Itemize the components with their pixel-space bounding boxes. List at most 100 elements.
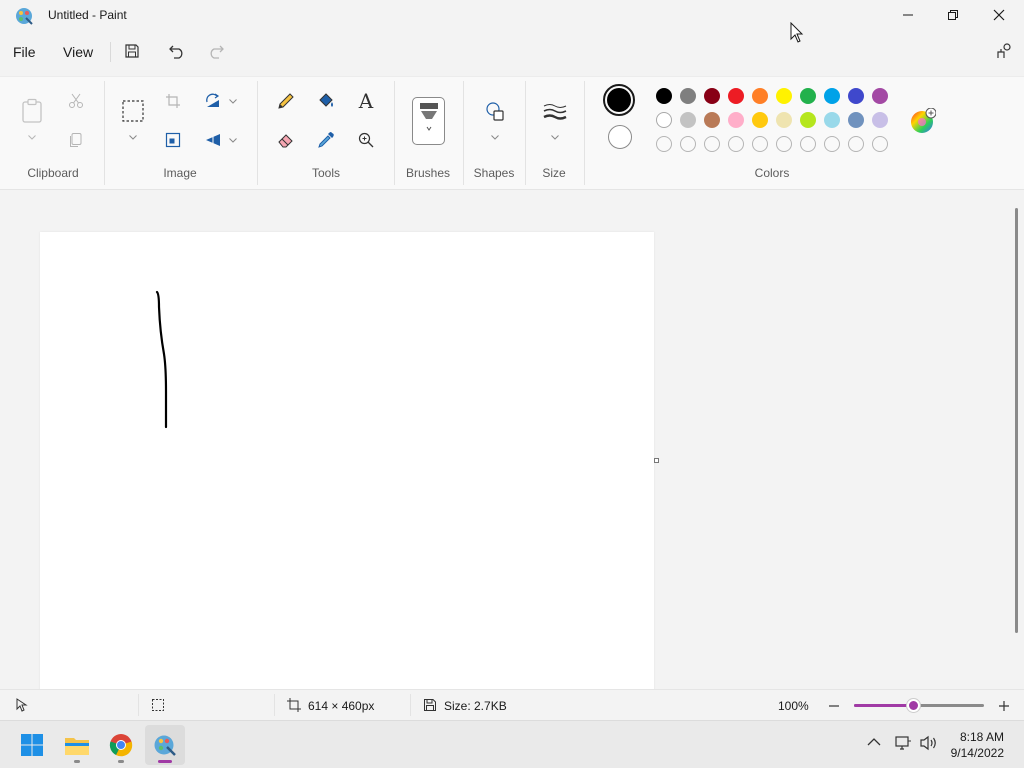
- drawing-canvas[interactable]: [40, 232, 654, 689]
- custom-color-slot[interactable]: [872, 136, 888, 152]
- brushes-button[interactable]: [412, 97, 445, 145]
- restore-button[interactable]: [930, 0, 976, 30]
- chrome-button[interactable]: [101, 725, 141, 765]
- palette-color-swatch[interactable]: [848, 88, 864, 104]
- zoom-out-button[interactable]: [826, 698, 842, 714]
- file-size-icon: [423, 698, 437, 712]
- chevron-down-icon: [229, 98, 237, 104]
- rotate-dropdown[interactable]: [228, 96, 238, 106]
- flip-dropdown[interactable]: [228, 135, 238, 145]
- palette-color-swatch[interactable]: [680, 112, 696, 128]
- palette-color-swatch[interactable]: [752, 112, 768, 128]
- ribbon-divider: [104, 81, 105, 185]
- palette-color-swatch[interactable]: [776, 112, 792, 128]
- rotate-button[interactable]: [198, 86, 228, 116]
- custom-color-slot[interactable]: [656, 136, 672, 152]
- fill-icon: [319, 93, 333, 107]
- volume-button[interactable]: [919, 735, 939, 751]
- line-size-icon: [543, 104, 567, 120]
- drawn-stroke: [155, 290, 168, 429]
- pencil-button[interactable]: [271, 86, 301, 116]
- taskbar-clock[interactable]: 8:18 AM 9/14/2022: [951, 729, 1004, 761]
- cut-button[interactable]: [61, 86, 91, 116]
- color-picker-button[interactable]: [311, 125, 341, 155]
- text-button[interactable]: A: [351, 86, 381, 116]
- redo-button[interactable]: [203, 40, 229, 62]
- size-dropdown[interactable]: [550, 132, 560, 142]
- fill-button[interactable]: [311, 86, 341, 116]
- eraser-button[interactable]: [271, 125, 301, 155]
- paste-dropdown[interactable]: [27, 132, 37, 142]
- scrollbar-thumb[interactable]: [1015, 208, 1018, 633]
- custom-color-slot[interactable]: [680, 136, 696, 152]
- zoom-in-button[interactable]: [996, 698, 1012, 714]
- save-icon: [125, 44, 139, 58]
- palette-color-swatch[interactable]: [728, 88, 744, 104]
- paste-button[interactable]: [17, 96, 47, 126]
- select-dropdown[interactable]: [128, 132, 138, 142]
- resize-button[interactable]: [158, 125, 188, 155]
- menu-divider: [110, 42, 111, 62]
- copy-icon: [70, 133, 82, 147]
- view-menu[interactable]: View: [63, 44, 93, 60]
- palette-color-swatch[interactable]: [656, 112, 672, 128]
- custom-color-slot[interactable]: [800, 136, 816, 152]
- file-menu[interactable]: File: [13, 44, 36, 60]
- share-button[interactable]: [991, 40, 1017, 62]
- minus-icon: [829, 705, 839, 707]
- plus-icon: [999, 701, 1009, 711]
- secondary-color-button[interactable]: [608, 125, 632, 149]
- palette-color-swatch[interactable]: [872, 112, 888, 128]
- start-button[interactable]: [12, 725, 52, 765]
- palette-color-swatch[interactable]: [680, 88, 696, 104]
- eraser-icon: [278, 134, 293, 148]
- paint-taskbar-button[interactable]: [145, 725, 185, 765]
- palette-color-swatch[interactable]: [752, 88, 768, 104]
- custom-color-slot[interactable]: [848, 136, 864, 152]
- custom-color-slot[interactable]: [728, 136, 744, 152]
- palette-color-swatch[interactable]: [824, 112, 840, 128]
- canvas-resize-handle[interactable]: [654, 458, 659, 463]
- palette-color-swatch[interactable]: [704, 112, 720, 128]
- select-button[interactable]: [118, 96, 148, 126]
- minimize-button[interactable]: [885, 0, 931, 30]
- undo-button[interactable]: [164, 40, 190, 62]
- zoom-slider-thumb[interactable]: [906, 699, 920, 712]
- palette-color-swatch[interactable]: [704, 88, 720, 104]
- color-wheel-icon: [911, 108, 936, 133]
- crop-button[interactable]: [158, 86, 188, 116]
- size-button[interactable]: [540, 97, 570, 127]
- resize-icon: [165, 132, 181, 148]
- palette-color-swatch[interactable]: [848, 112, 864, 128]
- palette-color-swatch[interactable]: [800, 112, 816, 128]
- chevron-down-icon: [28, 134, 36, 140]
- copy-button[interactable]: [61, 125, 91, 155]
- custom-color-slot[interactable]: [824, 136, 840, 152]
- save-button[interactable]: [119, 40, 145, 62]
- palette-color-swatch[interactable]: [656, 88, 672, 104]
- flip-button[interactable]: [198, 125, 228, 155]
- palette-color-swatch[interactable]: [776, 88, 792, 104]
- image-group-label: Image: [163, 166, 197, 180]
- network-button[interactable]: [894, 735, 912, 751]
- pencil-icon: [278, 93, 294, 109]
- tray-overflow-button[interactable]: [867, 737, 881, 747]
- close-button[interactable]: [976, 0, 1022, 30]
- palette-color-swatch[interactable]: [800, 88, 816, 104]
- custom-color-slot[interactable]: [776, 136, 792, 152]
- palette-color-swatch[interactable]: [728, 112, 744, 128]
- select-icon: [122, 100, 144, 122]
- edit-colors-button[interactable]: [910, 108, 936, 134]
- palette-color-swatch[interactable]: [872, 88, 888, 104]
- custom-color-slot[interactable]: [752, 136, 768, 152]
- shapes-dropdown[interactable]: [490, 132, 500, 142]
- zoom-slider[interactable]: [854, 699, 984, 712]
- selection-size-icon: [151, 698, 165, 712]
- custom-color-slot[interactable]: [704, 136, 720, 152]
- shapes-button[interactable]: [480, 97, 510, 127]
- primary-color-button[interactable]: [603, 84, 635, 116]
- magnifier-button[interactable]: [351, 125, 381, 155]
- status-bar: 614 × 460px Size: 2.7KB 100%: [0, 689, 1024, 720]
- palette-color-swatch[interactable]: [824, 88, 840, 104]
- file-explorer-button[interactable]: [57, 725, 97, 765]
